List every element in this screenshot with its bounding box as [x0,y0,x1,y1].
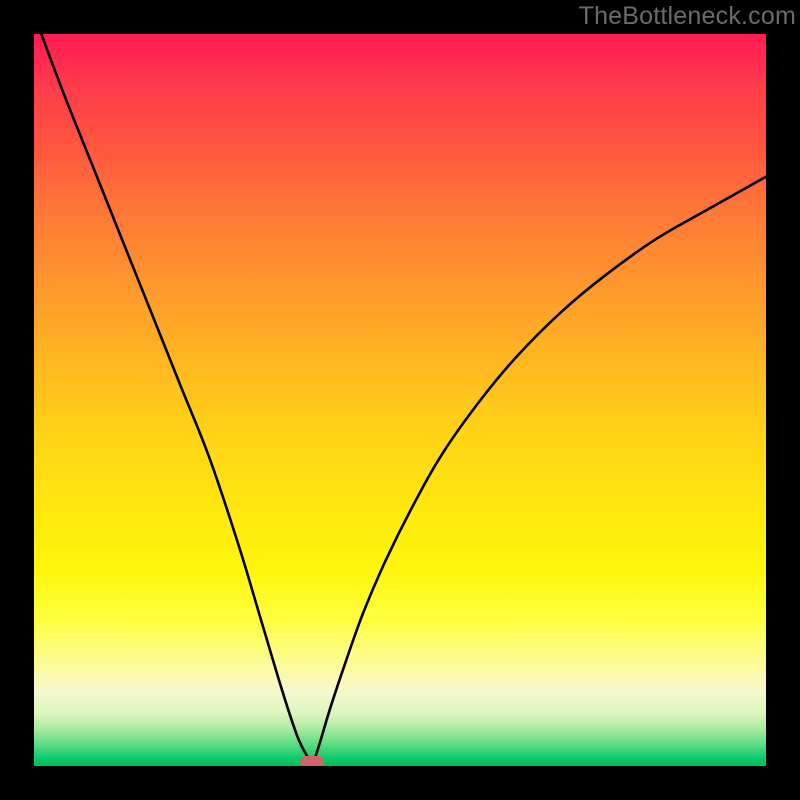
chart-frame: TheBottleneck.com [0,0,800,800]
plot-area [34,34,766,766]
optimum-marker [300,756,323,766]
watermark-text: TheBottleneck.com [579,2,796,31]
bottleneck-curve [34,34,766,766]
